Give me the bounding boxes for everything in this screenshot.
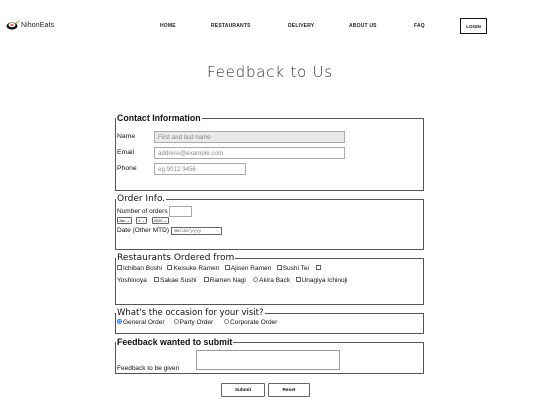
contact-legend: Contact Information — [117, 113, 201, 123]
contact-fieldset: Contact Information Name First and last … — [115, 114, 424, 191]
navbar: NihonEats HOME RESTAURANTS DELIVERY ABOU… — [0, 0, 540, 52]
order-legend: Order Info. — [117, 194, 166, 204]
order-count-input[interactable] — [169, 206, 193, 217]
nav-home[interactable]: HOME — [160, 23, 176, 29]
name-field[interactable]: First and last name — [154, 130, 345, 143]
login-button[interactable]: LOGIN — [460, 18, 487, 34]
radio[interactable] — [224, 318, 230, 324]
date-placeholder: mm/dd/yyyy — [173, 228, 202, 234]
option-keisuke-ramen[interactable]: Keisuke Ramen — [167, 265, 219, 272]
feedback-legend: Feedback wanted to submit — [117, 337, 233, 347]
occasion-options: General Order Party Order Corporate Orde… — [116, 318, 423, 328]
phone-field[interactable]: eg.9012 3456 — [154, 162, 246, 175]
month-select[interactable]: Jan ⌄ — [117, 217, 132, 225]
feedback-row: Feedback to be given — [116, 347, 423, 373]
option-label: Keisuke Ramen — [173, 265, 220, 272]
option-sushi-tei[interactable]: Sushi Tei — [276, 265, 309, 272]
name-row: Name First and last name — [116, 130, 423, 147]
brand-name: NihonEats — [21, 21, 55, 29]
year-select[interactable]: 2020 ⌄ — [151, 217, 169, 225]
submit-button[interactable]: Submit — [221, 383, 265, 397]
restaurants-options: Ichiban Boshi Keisuke Ramen Ajisen Ramen… — [116, 263, 423, 286]
order-count-label: Number of orders — [117, 208, 168, 216]
brand-logo[interactable]: NihonEats — [6, 20, 54, 30]
email-label: Email — [117, 148, 134, 156]
option-label: Akira Back — [259, 276, 291, 284]
option-label: Sushi Tei — [282, 265, 309, 272]
day-select[interactable]: 1 ⌄ — [136, 217, 148, 225]
option-label: Yoshinoya — [117, 276, 147, 284]
checkbox[interactable] — [167, 265, 173, 271]
option-label: Corporate Order — [230, 318, 278, 326]
option-akira-back[interactable]: Akira Back — [253, 277, 290, 284]
name-label: Name — [117, 132, 136, 140]
feedback-label: Feedback to be given — [117, 364, 180, 372]
occasion-legend: What's the occasion for your visit? — [117, 308, 264, 318]
option-corporate-order[interactable]: Corporate Order — [224, 319, 277, 326]
option-label: Ramen Nagi — [209, 276, 246, 284]
day-value: 1 — [138, 218, 141, 224]
option-label: Unagiya Ichinoji — [301, 276, 348, 284]
reset-button[interactable]: Reset — [268, 383, 310, 397]
year-value: 2020 — [153, 218, 163, 224]
checkbox[interactable] — [253, 276, 259, 282]
checkbox[interactable] — [276, 265, 282, 271]
date-label: Date (Other MTD) — [117, 227, 170, 235]
option-ichiban-boshi[interactable]: Ichiban Boshi — [117, 265, 162, 272]
option-party-order[interactable]: Party Order — [173, 318, 214, 326]
feedback-fieldset: Feedback wanted to submit Feedback to be… — [115, 338, 424, 374]
nav-restaurants[interactable]: RESTAURANTS — [211, 23, 251, 29]
checkbox[interactable] — [154, 276, 159, 282]
date-input[interactable]: mm/dd/yyyy ▫ — [170, 226, 222, 235]
option-label: Sakae Sushi — [160, 276, 197, 284]
month-value: Jan — [119, 218, 126, 224]
nav-about-us[interactable]: ABOUT US — [349, 23, 377, 29]
email-row: Email address@example.com — [116, 146, 423, 163]
option-unagiya-ichinoji[interactable]: Unagiya Ichinoji — [295, 276, 348, 284]
order-fieldset: Order Info. Number of orders Jan ⌄ 1 ⌄ 2… — [115, 195, 424, 250]
radio[interactable] — [173, 318, 179, 324]
occasion-fieldset: What's the occasion for your visit? Gene… — [115, 309, 424, 334]
checkbox-yoshinoya[interactable] — [316, 265, 322, 271]
option-label: Ajisen Ramen — [230, 265, 272, 272]
phone-label: Phone — [117, 164, 137, 172]
option-label: Ichiban Boshi — [123, 265, 163, 272]
restaurants-fieldset: Restaurants Ordered from Ichiban Boshi K… — [115, 254, 424, 305]
feedback-textarea[interactable] — [196, 349, 340, 370]
nav-delivery[interactable]: DELIVERY — [288, 23, 314, 29]
option-label: General Order — [123, 318, 165, 326]
page-title: Feedback to Us — [206, 63, 334, 81]
email-field[interactable]: address@example.com — [154, 146, 345, 159]
checkbox[interactable] — [117, 265, 122, 271]
checkbox[interactable] — [224, 265, 230, 271]
order-date-row: Date (Other MTD) mm/dd/yyyy ▫ — [116, 225, 423, 237]
nav-faq[interactable]: FAQ — [414, 23, 425, 29]
calendar-icon[interactable]: ▫ — [216, 228, 219, 235]
option-sakae-sushi[interactable]: Sakae Sushi — [154, 277, 197, 284]
sushi-roll-icon — [6, 20, 20, 30]
option-yoshinoya[interactable]: Yoshinoya — [117, 277, 147, 284]
radio-selected[interactable] — [117, 318, 122, 324]
checkbox[interactable] — [295, 276, 301, 282]
order-date-selects: Jan ⌄ 1 ⌄ 2020 ⌄ — [116, 217, 423, 225]
option-label: Party Order — [179, 318, 214, 326]
restaurants-legend: Restaurants Ordered from — [117, 253, 235, 263]
checkbox[interactable] — [203, 276, 209, 282]
option-ramen-nagi[interactable]: Ramen Nagi — [203, 276, 246, 284]
option-general-order[interactable]: General Order — [117, 319, 165, 326]
phone-row: Phone eg.9012 3456 — [116, 162, 423, 179]
option-ajisen-ramen[interactable]: Ajisen Ramen — [224, 265, 272, 272]
order-count-row: Number of orders — [116, 206, 423, 217]
